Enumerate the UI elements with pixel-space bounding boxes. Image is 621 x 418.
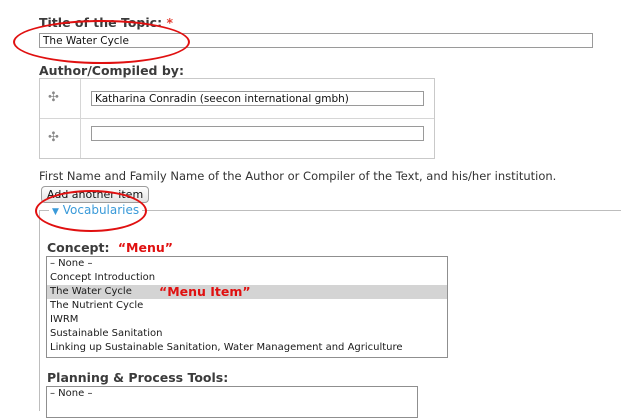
author-row: ✣ Katharina Conradin (seecon internation…	[40, 79, 434, 119]
author-field-label: Author/Compiled by:	[39, 63, 184, 78]
author-input[interactable]	[91, 126, 424, 141]
vocabularies-highlight-oval	[35, 190, 147, 232]
concept-option[interactable]: Concept Introduction	[47, 271, 447, 285]
concept-option[interactable]: – None –	[47, 257, 447, 271]
planning-label: Planning & Process Tools:	[47, 370, 229, 385]
concept-option[interactable]: Linking up Sustainable Sanitation, Water…	[47, 341, 447, 355]
concept-option[interactable]: Sustainable Sanitation	[47, 327, 447, 341]
author-row: ✣	[40, 119, 434, 158]
concept-label: Concept: “Menu”	[47, 240, 173, 255]
planning-select[interactable]: – None –	[46, 386, 418, 418]
author-description: First Name and Family Name of the Author…	[39, 169, 557, 183]
concept-option[interactable]: The Nutrient Cycle	[47, 299, 447, 313]
concept-option[interactable]: IWRM	[47, 313, 447, 327]
author-input[interactable]: Katharina Conradin (seecon international…	[91, 91, 424, 106]
title-highlight-oval	[13, 20, 190, 64]
concept-select[interactable]: – None – Concept Introduction The Water …	[46, 256, 448, 358]
drag-handle-icon[interactable]: ✣	[48, 130, 59, 145]
author-table: ✣ Katharina Conradin (seecon internation…	[39, 78, 435, 159]
menu-annotation: “Menu”	[117, 240, 173, 255]
concept-label-text: Concept:	[47, 240, 110, 255]
planning-option[interactable]: – None –	[47, 387, 417, 401]
drag-handle-icon[interactable]: ✣	[48, 90, 59, 105]
menu-item-annotation: “Menu Item”	[159, 284, 251, 299]
